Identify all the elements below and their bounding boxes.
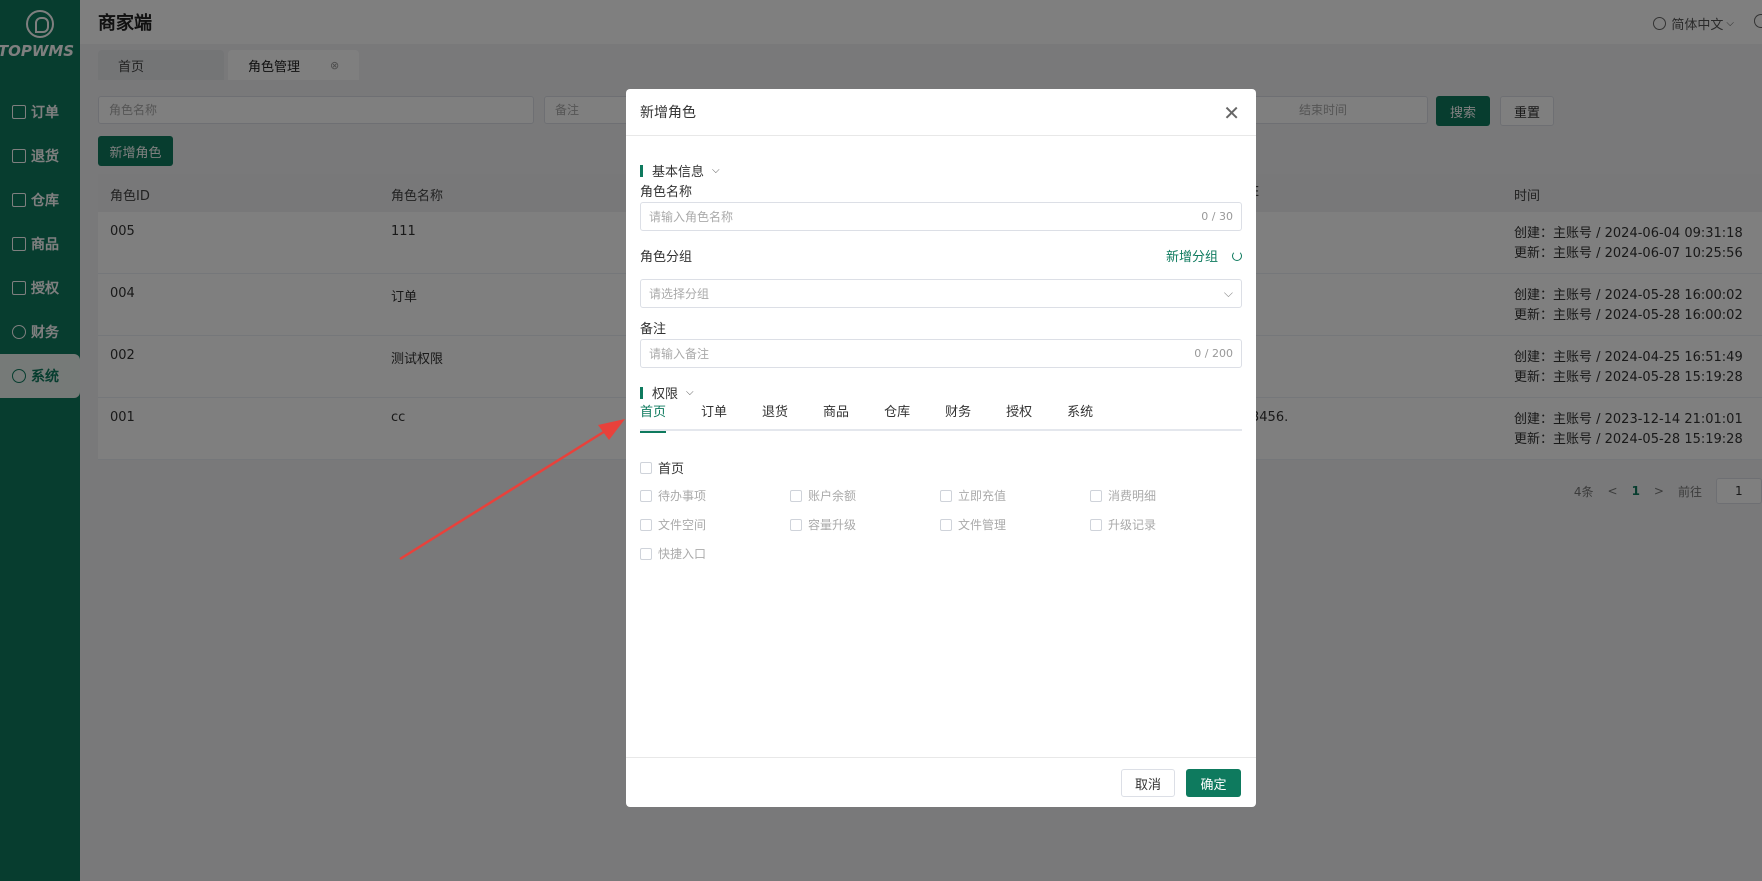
role-name-label: 角色名称 bbox=[640, 185, 693, 200]
checkbox-box[interactable] bbox=[790, 489, 802, 502]
perm-checkbox[interactable]: 文件管理 bbox=[940, 516, 1006, 533]
confirm-button[interactable]: 确定 bbox=[1186, 769, 1241, 797]
input-placeholder: 请输入备注 bbox=[649, 347, 710, 361]
checkbox-box[interactable] bbox=[640, 518, 652, 531]
perm-checkbox[interactable]: 消费明细 bbox=[1090, 487, 1156, 504]
perm-checkbox[interactable]: 文件空间 bbox=[640, 516, 706, 533]
checkbox-box[interactable] bbox=[1090, 518, 1102, 531]
checkbox-label: 容量升级 bbox=[808, 518, 857, 532]
checkbox-label: 待办事项 bbox=[658, 489, 707, 503]
chevron-down-icon: ⌵ bbox=[686, 387, 694, 398]
checkbox-box[interactable] bbox=[640, 461, 652, 474]
basic-info-section[interactable]: 基本信息 ⌵ bbox=[640, 161, 720, 180]
checkbox-label: 立即充值 bbox=[958, 489, 1007, 503]
checkbox-box[interactable] bbox=[940, 518, 952, 531]
role-group-label: 角色分组 bbox=[640, 250, 693, 265]
checkbox-label: 文件空间 bbox=[658, 518, 707, 532]
perm-tab-system[interactable]: 系统 bbox=[1067, 401, 1093, 431]
close-icon[interactable]: ✕ bbox=[1223, 101, 1240, 125]
section-title: 权限 bbox=[652, 387, 679, 402]
add-group-label: 新增分组 bbox=[1165, 250, 1218, 265]
role-name-input[interactable]: 请输入角色名称 0 / 30 bbox=[640, 202, 1242, 231]
perm-checkbox[interactable]: 立即充值 bbox=[940, 487, 1006, 504]
chevron-down-icon: ⌵ bbox=[1223, 286, 1233, 300]
checkbox-label: 文件管理 bbox=[958, 518, 1007, 532]
remark-input[interactable]: 请输入备注 0 / 200 bbox=[640, 339, 1242, 368]
perm-checkbox[interactable]: 容量升级 bbox=[790, 516, 856, 533]
checkbox-label: 账户余额 bbox=[808, 489, 857, 503]
permission-tabs: 首页 订单 退货 商品 仓库 财务 授权 系统 bbox=[640, 401, 1242, 433]
perm-checkbox[interactable]: 待办事项 bbox=[640, 487, 706, 504]
role-group-select[interactable]: 请选择分组 ⌵ bbox=[640, 279, 1242, 308]
perm-tab-order[interactable]: 订单 bbox=[701, 401, 727, 431]
checkbox-label: 升级记录 bbox=[1108, 518, 1157, 532]
add-role-dialog: 新增角色 ✕ 基本信息 ⌵ 角色名称 请输入角色名称 0 / 30 角色分组 新… bbox=[626, 89, 1256, 807]
checkbox-box[interactable] bbox=[1090, 489, 1102, 502]
perm-tab-auth[interactable]: 授权 bbox=[1006, 401, 1032, 431]
section-bar bbox=[640, 164, 643, 177]
checkbox-label: 消费明细 bbox=[1108, 489, 1157, 503]
select-placeholder: 请选择分组 bbox=[649, 287, 710, 301]
checkbox-box[interactable] bbox=[790, 518, 802, 531]
permission-section[interactable]: 权限 ⌵ bbox=[640, 383, 694, 402]
perm-checkbox-home[interactable]: 首页 bbox=[640, 458, 684, 477]
remark-label: 备注 bbox=[640, 322, 667, 337]
checkbox-label: 快捷入口 bbox=[658, 547, 707, 561]
chevron-down-icon: ⌵ bbox=[712, 165, 720, 176]
perm-checkbox[interactable]: 快捷入口 bbox=[640, 545, 706, 562]
perm-tab-warehouse[interactable]: 仓库 bbox=[884, 401, 910, 431]
dialog-footer: 取消 确定 bbox=[626, 757, 1256, 807]
add-group-link[interactable]: 新增分组 bbox=[1166, 246, 1242, 265]
dialog-title: 新增角色 bbox=[640, 105, 696, 121]
checkbox-label: 首页 bbox=[658, 462, 685, 477]
perm-tab-goods[interactable]: 商品 bbox=[823, 401, 849, 431]
checkbox-box[interactable] bbox=[940, 489, 952, 502]
refresh-icon[interactable] bbox=[1232, 250, 1242, 261]
char-counter: 0 / 30 bbox=[1201, 210, 1233, 223]
char-counter: 0 / 200 bbox=[1194, 347, 1233, 360]
dialog-header: 新增角色 ✕ bbox=[626, 89, 1256, 136]
checkbox-box[interactable] bbox=[640, 547, 652, 560]
perm-checkbox[interactable]: 升级记录 bbox=[1090, 516, 1156, 533]
cancel-button[interactable]: 取消 bbox=[1121, 769, 1175, 797]
perm-tab-home[interactable]: 首页 bbox=[640, 401, 667, 433]
section-bar bbox=[640, 386, 643, 399]
perm-checkbox[interactable]: 账户余额 bbox=[790, 487, 856, 504]
input-placeholder: 请输入角色名称 bbox=[649, 210, 734, 224]
checkbox-box[interactable] bbox=[640, 489, 652, 502]
perm-tab-finance[interactable]: 财务 bbox=[945, 401, 971, 431]
section-title: 基本信息 bbox=[652, 165, 705, 180]
perm-tab-return[interactable]: 退货 bbox=[762, 401, 788, 431]
